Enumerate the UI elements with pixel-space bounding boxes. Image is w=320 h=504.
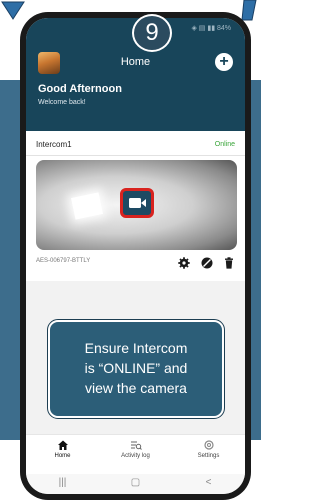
welcome-text: Welcome back! <box>38 99 86 106</box>
online-status-badge: Online <box>214 141 235 148</box>
video-camera-icon <box>129 198 146 208</box>
app-screen: ◈ ▤ ▮▮ 84% Home + Good Afternoon Welcome… <box>26 18 245 494</box>
back-button[interactable]: < <box>172 477 245 488</box>
device-id: AES-006797-BTTLY <box>36 258 91 264</box>
phone-frame: ◈ ▤ ▮▮ 84% Home + Good Afternoon Welcome… <box>20 12 251 500</box>
left-panel <box>0 80 20 440</box>
down-arrow-icon <box>1 1 25 20</box>
home-icon <box>57 440 68 450</box>
device-name: Intercom1 <box>36 140 72 149</box>
add-device-button[interactable]: + <box>215 53 233 71</box>
divider <box>26 155 245 156</box>
tab-label: Settings <box>197 453 220 459</box>
callout-line: is “ONLINE” and <box>84 360 188 376</box>
right-panel <box>251 80 261 440</box>
tab-home[interactable]: Home <box>26 439 99 459</box>
view-camera-button[interactable] <box>120 188 154 218</box>
tab-label: Activity log <box>121 453 150 459</box>
activity-log-icon <box>130 441 142 450</box>
camera-preview[interactable] <box>36 160 237 250</box>
device-actions <box>172 254 235 272</box>
device-card[interactable]: Intercom1 Online AES-006797-BTTLY <box>26 131 245 281</box>
settings-icon <box>203 440 214 450</box>
gear-icon[interactable] <box>178 257 190 269</box>
android-nav-bar: ||| ▢ < <box>26 474 245 494</box>
greeting: Good Afternoon <box>38 83 122 95</box>
tab-settings[interactable]: Settings <box>172 439 245 459</box>
tab-activity-log[interactable]: Activity log <box>99 439 172 459</box>
page-title: Home <box>120 56 151 68</box>
step-number-badge: 9 <box>132 14 172 52</box>
bottom-tab-bar: Home Activity log Settings <box>26 434 245 475</box>
trash-icon[interactable] <box>223 257 235 269</box>
window-light <box>71 192 103 220</box>
home-button[interactable]: ▢ <box>99 477 172 488</box>
callout-line: Ensure Intercom <box>84 340 188 356</box>
tab-label: Home <box>54 453 71 459</box>
disable-icon[interactable] <box>201 257 213 269</box>
instruction-callout: Ensure Intercom is “ONLINE” and view the… <box>47 319 225 419</box>
app-header: Home + Good Afternoon Welcome back! <box>26 40 245 131</box>
status-icons: ◈ ▤ ▮▮ 84% <box>191 25 231 32</box>
callout-line: view the camera <box>85 380 187 396</box>
recents-button[interactable]: ||| <box>26 477 99 488</box>
